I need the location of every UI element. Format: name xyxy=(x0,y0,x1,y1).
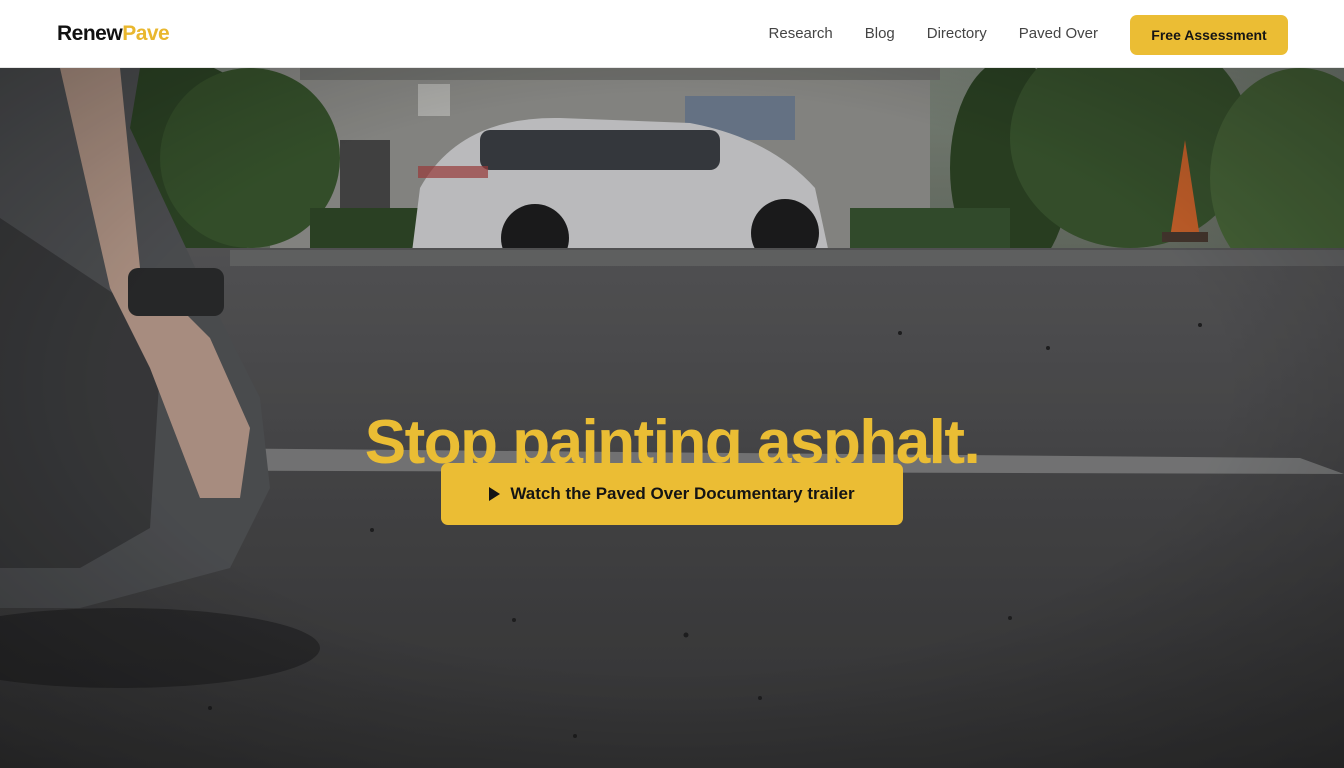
nav-link-paved-over[interactable]: Paved Over xyxy=(1019,24,1098,44)
watch-trailer-button[interactable]: Watch the Paved Over Documentary trailer xyxy=(441,463,903,525)
main-nav: Research Blog Directory Paved Over xyxy=(769,0,1098,68)
hero-section: Stop painting asphalt. Watch the Paved O… xyxy=(0,68,1344,768)
site-header: RenewPave Research Blog Directory Paved … xyxy=(0,0,1344,68)
nav-link-blog[interactable]: Blog xyxy=(865,24,895,44)
nav-link-directory[interactable]: Directory xyxy=(927,24,987,44)
logo-word-pave: Pave xyxy=(122,22,170,45)
logo[interactable]: RenewPave xyxy=(57,21,170,47)
free-assessment-button[interactable]: Free Assessment xyxy=(1130,15,1288,55)
watch-trailer-label: Watch the Paved Over Documentary trailer xyxy=(510,484,855,503)
logo-word-renew: Renew xyxy=(57,22,123,45)
play-icon xyxy=(489,487,501,501)
nav-link-research[interactable]: Research xyxy=(769,24,833,44)
